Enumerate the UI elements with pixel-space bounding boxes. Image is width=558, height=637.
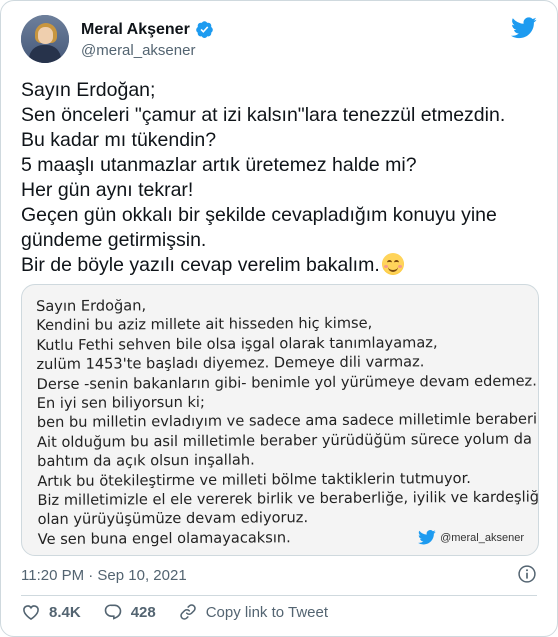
reply-bubble-icon — [104, 604, 121, 620]
twitter-bird-icon[interactable] — [511, 17, 537, 39]
heart-icon — [23, 605, 39, 621]
like-button[interactable]: 8.4K — [21, 602, 81, 622]
tweet-text: Sayın Erdoğan; Sen önceleri "çamur at iz… — [21, 78, 541, 278]
tweet-line: Her gün aynı tekrar! — [21, 179, 194, 201]
tweet-line: Bir de böyle yazılı cevap verelim bakalı… — [21, 254, 380, 276]
tweet-line: 5 maaşlı utanmazlar artık üretemez halde… — [21, 154, 417, 176]
tweet-line: Sayın Erdoğan; — [21, 79, 156, 101]
avatar[interactable] — [21, 15, 69, 63]
info-icon[interactable] — [517, 564, 537, 584]
footer-divider — [21, 595, 537, 596]
smiling-face-emoji — [381, 253, 404, 275]
tweet-line: gündeme getirmişsin. — [21, 229, 207, 251]
copy-link-label: Copy link to Tweet — [205, 603, 329, 621]
media-line: Biz milletimizle el ele vererek birlik v… — [37, 488, 539, 510]
tweet-line: Sen önceleri "çamur at izi kalsın"lara t… — [21, 104, 506, 126]
reply-count: 428 — [130, 603, 156, 621]
twitter-bird-icon — [418, 530, 436, 545]
tweet-media-image[interactable]: Sayın Erdoğan, Kendini bu aziz millete a… — [21, 284, 539, 556]
author-name-row[interactable]: Meral Akşener — [81, 20, 214, 39]
watermark-handle: @meral_aksener — [440, 531, 524, 544]
handle[interactable]: @meral_aksener — [81, 42, 195, 59]
media-letter-text: Sayın Erdoğan, Kendini bu aziz millete a… — [36, 294, 539, 550]
link-icon — [179, 604, 196, 620]
media-line: Derse -senin bakanların gibi- benimle yo… — [36, 372, 537, 393]
like-count: 8.4K — [49, 603, 81, 621]
tweet-line: Geçen gün okkalı bir şekilde cevapladığı… — [21, 204, 497, 226]
media-watermark: @meral_aksener — [418, 530, 524, 545]
tweet-line: Bu kadar mı tükendin? — [21, 129, 217, 151]
action-bar: 8.4K 428 Copy link to Tweet — [21, 602, 350, 622]
media-line: Ait olduğum bu asil milletimle beraber y… — [36, 430, 532, 451]
tweet-line-last: Bir de böyle yazılı cevap verelim bakalı… — [21, 253, 541, 278]
copy-link-button[interactable]: Copy link to Tweet — [178, 602, 328, 622]
tweet-card: Meral Akşener @meral_aksener Sayın Erdoğ… — [0, 0, 558, 637]
reply-button[interactable]: 428 — [103, 602, 156, 622]
tweet-timestamp[interactable]: 11:20 PM · Sep 10, 2021 — [21, 567, 187, 584]
verified-badge-icon — [195, 21, 213, 38]
display-name[interactable]: Meral Akşener — [81, 21, 190, 39]
